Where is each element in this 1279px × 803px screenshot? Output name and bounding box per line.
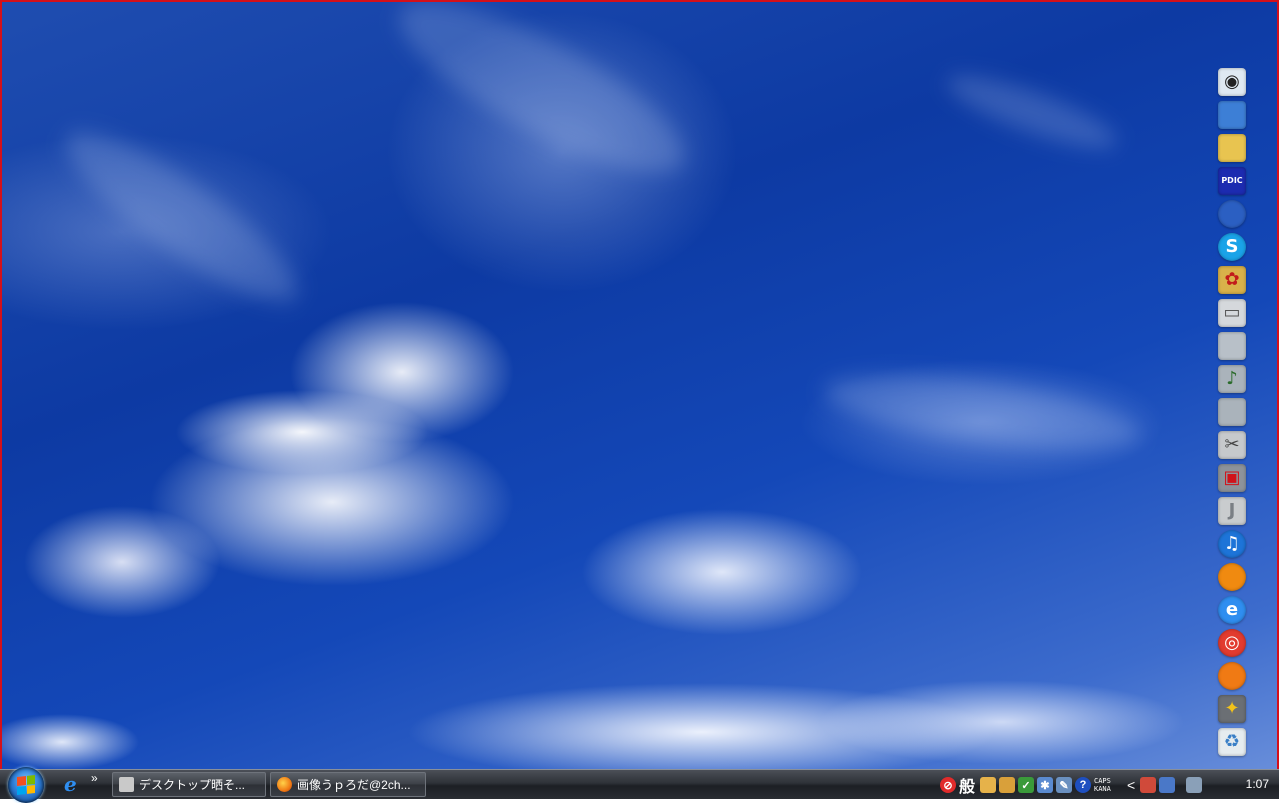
folder-icon[interactable] — [1216, 132, 1248, 163]
recycle-bin-icon[interactable]: ♻ — [1216, 726, 1248, 757]
start-button[interactable] — [8, 767, 44, 803]
tv-app-icon[interactable]: ▣ — [1216, 462, 1248, 493]
tools-icon[interactable]: ✂ — [1216, 429, 1248, 460]
windows-logo-icon — [17, 775, 35, 795]
google-earth-icon[interactable] — [1216, 198, 1248, 229]
internet-explorer-icon[interactable]: e — [1216, 594, 1248, 625]
wand-tool-icon[interactable]: ✦ — [1216, 693, 1248, 724]
pdic-dictionary-icon[interactable]: PDIC — [1216, 165, 1248, 196]
ime-mode-indicator[interactable]: 般 — [959, 773, 977, 797]
firefox-icon[interactable] — [1216, 660, 1248, 691]
itunes-icon[interactable]: ♫ — [1216, 528, 1248, 559]
desktop[interactable]: ◉ PDIC S ✿ ▭ ♪ ✂ ▣ J ♫ e ◎ ✦ ♻ — [0, 0, 1279, 799]
show-hidden-icons-button[interactable]: < — [1127, 777, 1137, 793]
task-label: デスクトップ晒そ... — [139, 778, 246, 792]
task-label: 画像うｐろだ@2ch... — [297, 778, 411, 792]
clock[interactable]: 1:07 — [1246, 777, 1269, 791]
music-folder-icon[interactable]: ♪ — [1216, 363, 1248, 394]
input-tool-icon[interactable]: ✎ — [1056, 777, 1072, 793]
display-icon[interactable] — [1159, 777, 1175, 793]
help-icon[interactable]: ? — [1075, 777, 1091, 793]
network-icon[interactable]: ✱ — [1037, 777, 1053, 793]
pictures-folder-icon[interactable] — [1216, 396, 1248, 427]
ime-status[interactable]: CAPS KANA — [1094, 777, 1124, 793]
monitor-app-icon[interactable] — [1216, 99, 1248, 130]
system-tray: ⊘ 般 ✓ ✱ ✎ ? CAPS KANA < — [938, 770, 1279, 800]
kana-label: KANA — [1094, 785, 1111, 793]
package-icon[interactable] — [999, 777, 1015, 793]
firefox-icon — [277, 777, 292, 792]
open-folder-icon[interactable] — [1216, 330, 1248, 361]
device-icon[interactable] — [1186, 777, 1202, 793]
mail-icon[interactable] — [980, 777, 996, 793]
stop-icon[interactable]: ⊘ — [940, 777, 956, 793]
taskbar-button-image-uploader[interactable]: 画像うｐろだ@2ch... — [270, 772, 426, 797]
document-icon — [119, 777, 134, 792]
check-icon[interactable]: ✓ — [1018, 777, 1034, 793]
security-icon[interactable] — [1140, 777, 1156, 793]
quicklaunch-more-button[interactable]: » — [91, 771, 98, 785]
computer-icon[interactable]: ▭ — [1216, 297, 1248, 328]
dock-launcher: ◉ PDIC S ✿ ▭ ♪ ✂ ▣ J ♫ e ◎ ✦ ♻ — [1214, 66, 1250, 757]
sky-wisp — [379, 2, 705, 202]
sky-wisp — [940, 62, 1124, 162]
winamp-icon[interactable] — [1216, 561, 1248, 592]
j-app-icon[interactable]: J — [1216, 495, 1248, 526]
sky-wisp — [47, 108, 317, 326]
network-app-icon[interactable]: ✿ — [1216, 264, 1248, 295]
taskbar-button-desktop-thread[interactable]: デスクトップ晒そ... — [112, 772, 266, 797]
chrome-icon[interactable]: ◎ — [1216, 627, 1248, 658]
sky-wisp — [819, 360, 1145, 464]
taskbar: e » デスクトップ晒そ... 画像うｐろだ@2ch... ⊘ 般 ✓ ✱ ✎ … — [0, 767, 1279, 803]
internet-explorer-icon[interactable]: e — [64, 774, 82, 794]
camera-app-icon[interactable]: ◉ — [1216, 66, 1248, 97]
skype-icon[interactable]: S — [1216, 231, 1248, 262]
caps-label: CAPS — [1094, 777, 1111, 785]
